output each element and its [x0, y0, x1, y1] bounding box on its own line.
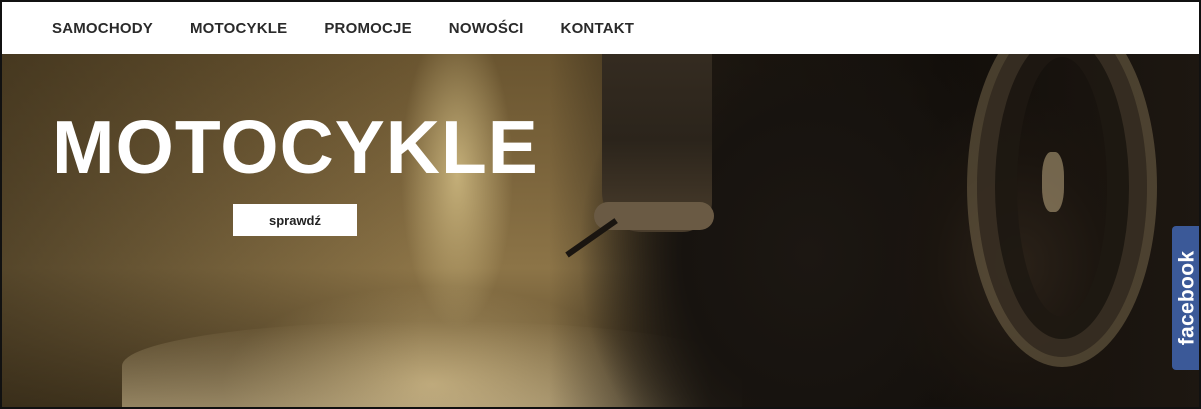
nav-item-promocje[interactable]: PROMOCJE: [324, 20, 411, 37]
facebook-tab[interactable]: facebook: [1172, 226, 1199, 370]
nav-item-nowosci[interactable]: NOWOŚCI: [449, 20, 524, 37]
nav-item-kontakt[interactable]: KONTAKT: [561, 20, 635, 37]
hero-title: MOTOCYKLE: [52, 105, 539, 189]
top-navigation: SAMOCHODY MOTOCYKLE PROMOCJE NOWOŚCI KON…: [2, 2, 1199, 54]
nav-item-motocykle[interactable]: MOTOCYKLE: [190, 20, 287, 37]
page-frame: SAMOCHODY MOTOCYKLE PROMOCJE NOWOŚCI KON…: [0, 0, 1201, 409]
motorcycle-brake-disc: [1042, 152, 1064, 212]
check-button[interactable]: sprawdź: [233, 204, 357, 236]
facebook-label: facebook: [1175, 250, 1199, 346]
nav-item-samochody[interactable]: SAMOCHODY: [52, 20, 153, 37]
